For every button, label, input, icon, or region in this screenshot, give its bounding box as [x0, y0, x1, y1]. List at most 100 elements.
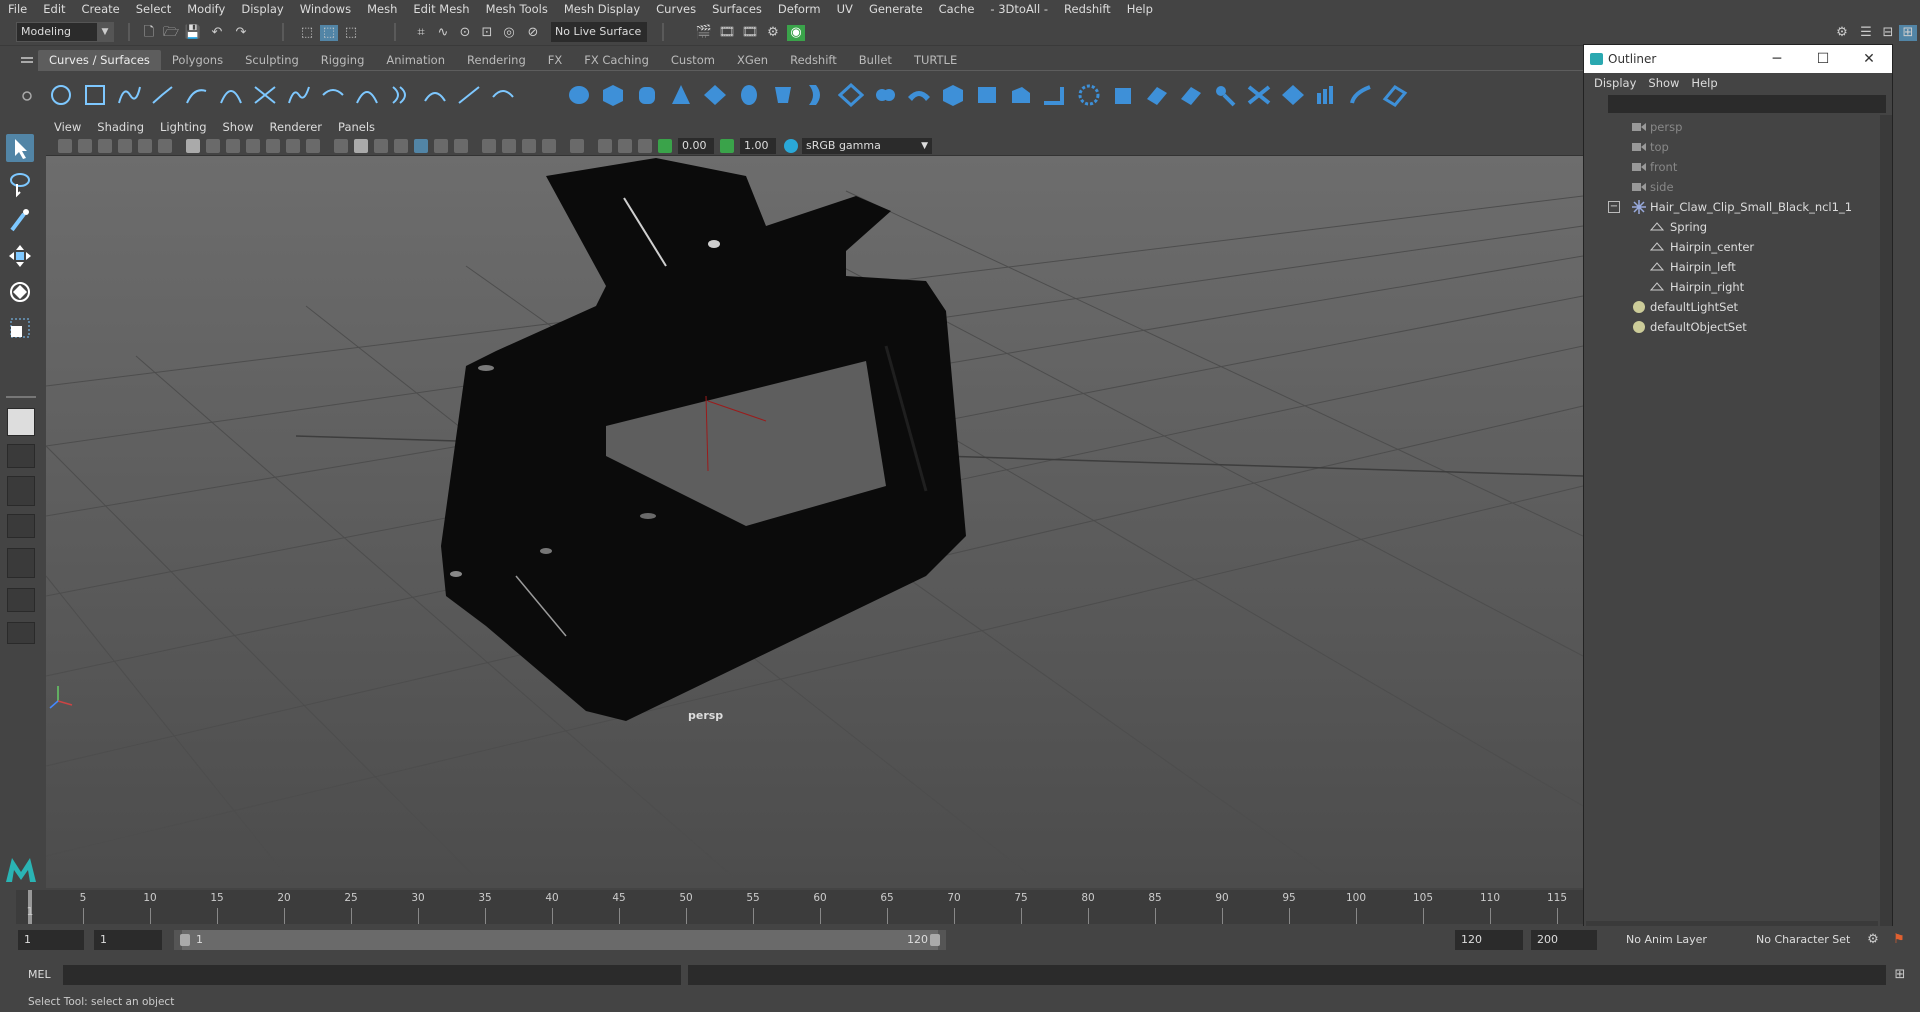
use-all-lights-icon[interactable]	[414, 139, 428, 153]
ipr-render-icon[interactable]: 🎞	[741, 25, 759, 41]
nurbs-cylinder-icon[interactable]	[634, 83, 660, 107]
tab-polygons[interactable]: Polygons	[161, 50, 234, 70]
field-chart-icon[interactable]	[266, 139, 280, 153]
outliner-item-top[interactable]: top	[1584, 137, 1892, 157]
revolve-icon[interactable]	[770, 83, 796, 107]
film-gate-icon[interactable]	[206, 139, 220, 153]
range-end-handle[interactable]	[930, 934, 940, 946]
xray-icon[interactable]	[570, 139, 584, 153]
snap-point-icon[interactable]: ⊙	[456, 25, 474, 41]
bevel-plus-icon[interactable]	[1008, 83, 1034, 107]
script-editor-icon[interactable]: ⊞	[1891, 967, 1909, 983]
viewport-menu-shading[interactable]: Shading	[89, 118, 152, 136]
boundary-icon[interactable]	[940, 83, 966, 107]
outliner-item-spring[interactable]: Spring	[1584, 217, 1892, 237]
select-tool-icon[interactable]	[6, 134, 34, 162]
move-tool-icon[interactable]	[6, 242, 34, 270]
menu-cache[interactable]: Cache	[931, 0, 983, 18]
bookmarks-icon[interactable]	[118, 139, 132, 153]
shadows-icon[interactable]	[434, 139, 448, 153]
extend-curve-icon[interactable]	[354, 83, 380, 107]
insert-isoparms-icon[interactable]	[1212, 83, 1238, 107]
single-perspective-layout-icon[interactable]	[7, 408, 35, 436]
project-curve-icon[interactable]	[1042, 83, 1068, 107]
start-time-field[interactable]: 1	[18, 930, 84, 950]
nurbs-torus-icon[interactable]	[736, 83, 762, 107]
perspective-viewport[interactable]: persp	[46, 156, 1583, 888]
tab-fx-caching[interactable]: FX Caching	[573, 50, 660, 70]
outliner-search-input[interactable]	[1608, 95, 1886, 113]
scale-tool-icon[interactable]	[6, 314, 34, 342]
tab-fx[interactable]: FX	[537, 50, 574, 70]
add-points-icon[interactable]	[456, 83, 482, 107]
offset-curve-icon[interactable]	[388, 83, 414, 107]
untrim-icon[interactable]	[1144, 83, 1170, 107]
safe-action-icon[interactable]	[286, 139, 300, 153]
save-scene-icon[interactable]: 💾	[184, 25, 202, 41]
tab-rendering[interactable]: Rendering	[456, 50, 537, 70]
menu-select[interactable]: Select	[128, 0, 179, 18]
snap-surface-icon[interactable]: ◎	[500, 25, 518, 41]
nurbs-square-icon[interactable]	[82, 83, 108, 107]
tab-turtle[interactable]: TURTLE	[903, 50, 968, 70]
animation-preferences-icon[interactable]: ⚑	[1890, 932, 1908, 948]
redo-icon[interactable]: ↷	[232, 25, 250, 41]
open-scene-icon[interactable]: 🗁	[162, 25, 180, 41]
wireframe-on-shaded-icon[interactable]	[374, 139, 388, 153]
camera-attributes-icon[interactable]	[98, 139, 112, 153]
birail-icon[interactable]	[906, 83, 932, 107]
viewport-menu-panels[interactable]: Panels	[330, 118, 383, 136]
outliner-item-group[interactable]: − Hair_Claw_Clip_Small_Black_ncl1_1	[1584, 197, 1892, 217]
tab-sculpting[interactable]: Sculpting	[234, 50, 310, 70]
planar-icon[interactable]	[838, 83, 864, 107]
extend-surface-icon[interactable]	[1178, 83, 1204, 107]
collapse-icon[interactable]: −	[1608, 201, 1620, 213]
offset-surface-icon[interactable]	[1246, 83, 1272, 107]
menu-file[interactable]: File	[0, 0, 35, 18]
nurbs-cube-icon[interactable]	[600, 83, 626, 107]
menu-edit[interactable]: Edit	[35, 0, 73, 18]
menu-edit-mesh[interactable]: Edit Mesh	[405, 0, 477, 18]
wireframe-icon[interactable]	[334, 139, 348, 153]
outliner-item-persp[interactable]: persp	[1584, 117, 1892, 137]
outliner-menu-display[interactable]: Display	[1588, 73, 1642, 93]
reverse-surface-icon[interactable]	[1314, 83, 1340, 107]
render-settings-icon[interactable]: ⚙	[764, 25, 782, 41]
render-view-icon[interactable]: 🎬	[695, 25, 713, 41]
nurbs-plane-icon[interactable]	[702, 83, 728, 107]
custom-layout-icon[interactable]	[7, 622, 35, 644]
snap-curve-icon[interactable]: ∿	[434, 25, 452, 41]
detach-curves-icon[interactable]	[286, 83, 312, 107]
nurbs-cone-icon[interactable]	[668, 83, 694, 107]
menu-surfaces[interactable]: Surfaces	[704, 0, 770, 18]
sculpt-geometry-icon[interactable]	[1348, 83, 1374, 107]
tab-rigging[interactable]: Rigging	[310, 50, 376, 70]
hypershade-layout-icon[interactable]	[7, 548, 35, 578]
outliner-item-hairpin-left[interactable]: Hairpin_left	[1584, 257, 1892, 277]
workspace-icon[interactable]: ⚙	[1833, 25, 1851, 41]
gamma-icon[interactable]	[720, 139, 734, 153]
minimize-icon[interactable]: ─	[1754, 45, 1800, 73]
toggle-outliner-icon[interactable]: ⊞	[1899, 25, 1917, 41]
outliner-menu-help[interactable]: Help	[1685, 73, 1723, 93]
outliner-item-hairpin-right[interactable]: Hairpin_right	[1584, 277, 1892, 297]
screen-space-ao-icon[interactable]	[454, 139, 468, 153]
command-input[interactable]	[63, 965, 681, 985]
undo-icon[interactable]: ↶	[208, 25, 226, 41]
insert-knot-icon[interactable]	[320, 83, 346, 107]
maximize-icon[interactable]: ☐	[1800, 45, 1846, 73]
hypershade-icon[interactable]: ◉	[787, 25, 805, 41]
viewport-menu-lighting[interactable]: Lighting	[152, 118, 214, 136]
nurbs-circle-icon[interactable]	[48, 83, 74, 107]
motion-blur-icon[interactable]	[482, 139, 496, 153]
outliner-vertical-scrollbar[interactable]	[1880, 115, 1892, 935]
isolate-select-icon[interactable]	[542, 139, 556, 153]
playback-start-field[interactable]: 1	[94, 930, 162, 950]
menu-mesh-tools[interactable]: Mesh Tools	[478, 0, 556, 18]
script-language-toggle[interactable]: MEL	[28, 966, 51, 984]
tab-custom[interactable]: Custom	[660, 50, 726, 70]
render-frame-icon[interactable]: 🎞	[718, 25, 736, 41]
menu-display[interactable]: Display	[233, 0, 291, 18]
outliner-item-front[interactable]: front	[1584, 157, 1892, 177]
lasso-tool-icon[interactable]	[6, 170, 34, 198]
